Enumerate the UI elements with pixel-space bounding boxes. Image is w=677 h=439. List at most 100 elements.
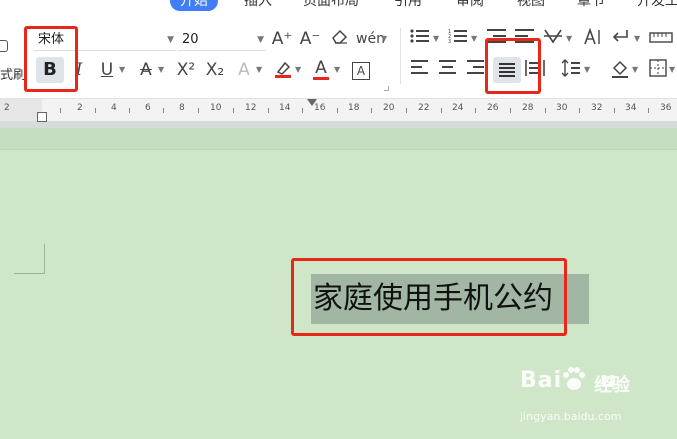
highlight-button[interactable] bbox=[272, 59, 294, 81]
tab-review[interactable]: 审阅 bbox=[456, 0, 484, 11]
paragraph-mark-button[interactable] bbox=[610, 28, 632, 50]
tab-references[interactable]: 引用 bbox=[394, 0, 422, 11]
align-left-icon bbox=[411, 60, 428, 74]
ruler-label: 28 bbox=[522, 103, 534, 113]
format-painter-label[interactable]: 式刷 bbox=[0, 64, 26, 83]
ruler-label: 10 bbox=[210, 103, 222, 113]
ruler-label: 24 bbox=[452, 103, 464, 113]
chevron-down-icon[interactable]: ▼ bbox=[167, 29, 174, 51]
clear-format-button[interactable] bbox=[329, 28, 351, 50]
chevron-down-icon[interactable]: ▼ bbox=[471, 28, 477, 50]
ruler-label: 4 bbox=[111, 103, 117, 113]
ruler-tick bbox=[95, 108, 96, 113]
chinese-layout-button[interactable] bbox=[542, 28, 564, 50]
return-arrow-icon bbox=[612, 30, 628, 42]
highlighter-icon bbox=[275, 61, 291, 78]
ruler-tick bbox=[268, 108, 269, 113]
text-effect-button[interactable]: A bbox=[233, 59, 255, 81]
chevron-down-icon[interactable]: ▼ bbox=[158, 59, 164, 81]
svg-text:3: 3 bbox=[448, 39, 451, 44]
line-spacing-button[interactable] bbox=[560, 59, 582, 81]
text-direction-button[interactable] bbox=[582, 27, 604, 50]
ruler-tick bbox=[337, 108, 338, 113]
chevron-down-icon[interactable]: ▼ bbox=[584, 59, 590, 81]
ruler-tick bbox=[510, 108, 511, 113]
chevron-down-icon[interactable]: ▼ bbox=[669, 59, 675, 81]
ruler-label: 20 bbox=[383, 103, 395, 113]
character-border-button[interactable]: A bbox=[350, 59, 372, 81]
subscript-button[interactable]: X₂ bbox=[202, 59, 228, 81]
char-border-icon: A bbox=[352, 62, 370, 80]
tab-home[interactable]: 开始 bbox=[170, 0, 218, 11]
align-right-icon bbox=[467, 60, 484, 74]
paint-bucket-icon bbox=[612, 60, 628, 78]
pinyin-guide-button[interactable]: wén bbox=[356, 28, 385, 50]
ruler-label: 32 bbox=[591, 103, 603, 113]
chevron-down-icon[interactable]: ▼ bbox=[334, 59, 340, 81]
ruler-label: 36 bbox=[660, 103, 672, 113]
chevron-down-icon[interactable]: ▼ bbox=[257, 29, 264, 51]
tab-view[interactable]: 视图 bbox=[517, 0, 545, 11]
watermark-brand-text: Bai bbox=[520, 368, 563, 393]
numbered-list-button[interactable]: 123 bbox=[447, 28, 469, 50]
chevron-down-icon[interactable]: ▼ bbox=[634, 28, 640, 50]
ruler-tick bbox=[302, 108, 303, 113]
page-top-edge bbox=[0, 128, 677, 150]
left-indent-marker[interactable] bbox=[37, 112, 47, 122]
align-right-button[interactable] bbox=[465, 59, 487, 81]
ruler-tick bbox=[406, 108, 407, 113]
line-spacing-icon bbox=[561, 59, 580, 77]
chevron-down-icon[interactable]: ▼ bbox=[119, 59, 125, 81]
ruler-tick bbox=[198, 108, 199, 113]
ribbon-tab-bar: 开始 插入 页面布局 引用 审阅 视图 章节 开发工 bbox=[0, 0, 677, 12]
chevron-down-icon[interactable]: ▼ bbox=[256, 59, 262, 81]
underline-button[interactable]: U bbox=[96, 59, 118, 81]
ruler-tick bbox=[614, 108, 615, 113]
ruler-label: 22 bbox=[418, 103, 430, 113]
watermark-cn: 经验 bbox=[594, 375, 630, 396]
strikethrough-button[interactable]: A bbox=[135, 59, 157, 81]
ruler-label: 18 bbox=[348, 103, 360, 113]
bullet-list-icon bbox=[410, 29, 429, 43]
chevron-down-icon[interactable]: ▼ bbox=[632, 59, 638, 81]
borders-button[interactable] bbox=[647, 59, 669, 81]
ruler-label: 14 bbox=[279, 103, 291, 113]
font-color-label: A bbox=[315, 58, 327, 78]
tab-developer[interactable]: 开发工 bbox=[637, 0, 677, 11]
tab-section[interactable]: 章节 bbox=[577, 0, 605, 11]
chevron-down-icon[interactable]: ▼ bbox=[295, 59, 301, 81]
tab-insert[interactable]: 插入 bbox=[244, 0, 272, 11]
ruler-label: 12 bbox=[245, 103, 257, 113]
horizontal-ruler[interactable]: 2 2 4 6 8 10 12 14 16 18 20 22 24 26 28 … bbox=[0, 98, 677, 122]
ruler-tick bbox=[233, 108, 234, 113]
grow-font-button[interactable]: A⁺ bbox=[271, 28, 293, 50]
chevron-down-icon[interactable]: ▼ bbox=[566, 28, 572, 50]
bullet-list-button[interactable] bbox=[409, 28, 431, 50]
ruler-label: 6 bbox=[145, 103, 151, 113]
format-painter-icon[interactable] bbox=[0, 40, 8, 52]
chevron-down-icon[interactable]: ▼ bbox=[433, 28, 439, 50]
page-corner-mark bbox=[44, 244, 45, 274]
tab-stop-button[interactable] bbox=[648, 28, 674, 50]
ruler-label: 34 bbox=[625, 103, 637, 113]
ruler-label: 30 bbox=[556, 103, 568, 113]
ribbon-home: 式刷 宋体 ▼ 20 ▼ A⁺ A⁻ wén ▼ B I U ▼ A ▼ X² … bbox=[0, 12, 677, 98]
ruler-tick bbox=[475, 108, 476, 113]
shrink-font-button[interactable]: A⁻ bbox=[299, 28, 321, 50]
align-left-button[interactable] bbox=[409, 59, 431, 81]
chinese-layout-icon bbox=[544, 29, 562, 44]
first-line-indent-marker[interactable] bbox=[307, 99, 317, 106]
ruler-icon bbox=[649, 32, 673, 43]
align-center-button[interactable] bbox=[437, 59, 459, 81]
chevron-down-icon[interactable]: ▼ bbox=[381, 28, 387, 50]
tab-page-layout[interactable]: 页面布局 bbox=[303, 0, 359, 11]
baidu-paw-icon bbox=[563, 367, 585, 390]
font-color-button[interactable]: A bbox=[310, 57, 332, 80]
shading-button[interactable] bbox=[609, 59, 631, 81]
ruler-tick bbox=[441, 108, 442, 113]
superscript-button[interactable]: X² bbox=[173, 59, 199, 81]
font-dialog-launcher[interactable] bbox=[384, 86, 389, 91]
ruler-tick bbox=[60, 108, 61, 113]
highlight-box-justify bbox=[485, 38, 541, 94]
font-size-select[interactable]: 20 ▼ bbox=[178, 29, 266, 51]
